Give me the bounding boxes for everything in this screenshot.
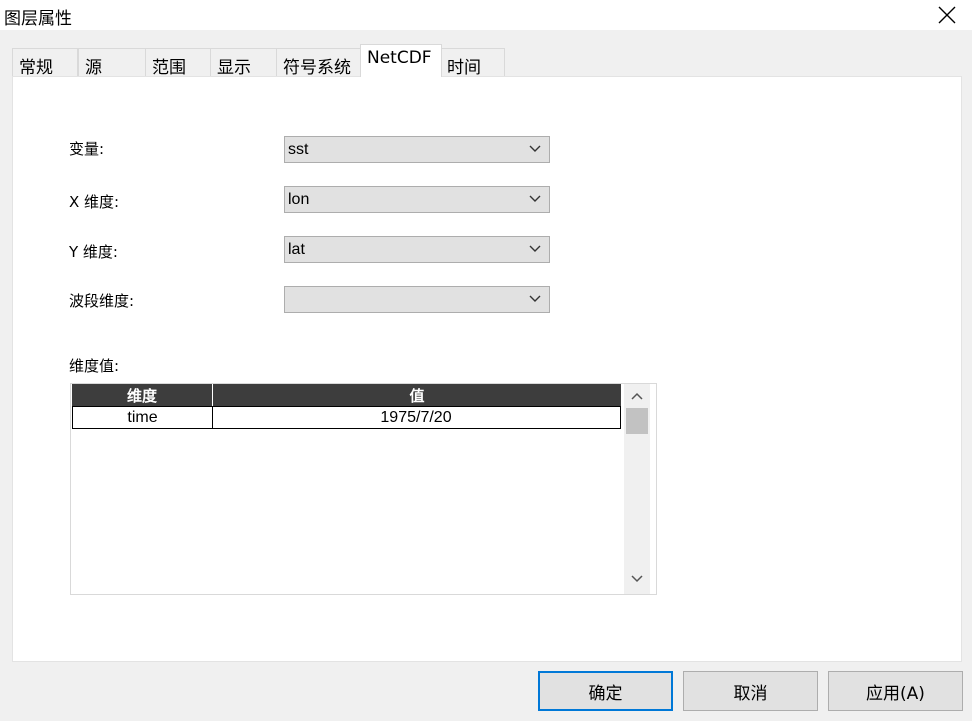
tab-label: 符号系统 <box>283 58 351 78</box>
y-dimension-value: lat <box>288 241 305 258</box>
tab-label: 范围 <box>152 58 186 78</box>
close-icon <box>938 6 956 24</box>
tab-label: 源 <box>85 58 102 78</box>
tab-label: NetCDF <box>367 48 432 68</box>
column-header-value[interactable]: 值 <box>213 384 621 406</box>
title-bar: 图层属性 <box>0 0 972 30</box>
band-dimension-label: 波段维度: <box>69 292 135 310</box>
variable-value: sst <box>288 141 309 158</box>
chevron-down-icon <box>529 145 541 152</box>
tab-general[interactable]: 常规 <box>12 48 78 78</box>
tab-strip: 常规 源 范围 显示 符号系统 NetCDF 时间 <box>12 44 962 78</box>
tab-source[interactable]: 源 <box>78 48 146 78</box>
cell-value[interactable]: 1975/7/20 <box>212 406 621 429</box>
column-header-dimension[interactable]: 维度 <box>72 384 212 406</box>
ok-button[interactable]: 确定 <box>538 671 673 711</box>
tab-extent[interactable]: 范围 <box>145 48 211 78</box>
grid-scrollbar[interactable] <box>624 384 650 594</box>
chevron-up-icon <box>631 392 643 400</box>
tab-label: 常规 <box>19 58 53 78</box>
x-dimension-label: X 维度: <box>69 193 120 211</box>
variable-select[interactable]: sst <box>284 136 550 163</box>
tab-symbology[interactable]: 符号系统 <box>276 48 361 78</box>
netcdf-panel: 变量: sst X 维度: lon Y 维度: lat 波段维度: 维度值: 维… <box>12 76 962 662</box>
dimension-values-grid[interactable]: 维度 值 time 1975/7/20 <box>70 383 657 595</box>
scroll-down-button[interactable] <box>624 568 650 590</box>
y-dimension-label: Y 维度: <box>69 243 118 261</box>
close-button[interactable] <box>930 0 964 30</box>
tab-time[interactable]: 时间 <box>441 48 505 78</box>
cell-dimension[interactable]: time <box>72 406 213 429</box>
y-dimension-select[interactable]: lat <box>284 236 550 263</box>
apply-button[interactable]: 应用(A) <box>828 671 963 711</box>
cancel-button[interactable]: 取消 <box>683 671 818 711</box>
window-title: 图层属性 <box>4 9 72 29</box>
variable-label: 变量: <box>69 140 105 158</box>
tab-netcdf[interactable]: NetCDF <box>360 44 442 77</box>
chevron-down-icon <box>631 575 643 583</box>
band-dimension-select[interactable] <box>284 286 550 313</box>
x-dimension-value: lon <box>288 191 310 208</box>
chevron-down-icon <box>529 295 541 302</box>
dimension-values-label: 维度值: <box>69 357 120 375</box>
tab-label: 显示 <box>217 58 251 78</box>
chevron-down-icon <box>529 195 541 202</box>
scroll-up-button[interactable] <box>624 385 650 407</box>
tab-display[interactable]: 显示 <box>210 48 277 78</box>
tab-label: 时间 <box>447 58 481 78</box>
x-dimension-select[interactable]: lon <box>284 186 550 213</box>
chevron-down-icon <box>529 245 541 252</box>
scroll-thumb[interactable] <box>626 408 648 434</box>
